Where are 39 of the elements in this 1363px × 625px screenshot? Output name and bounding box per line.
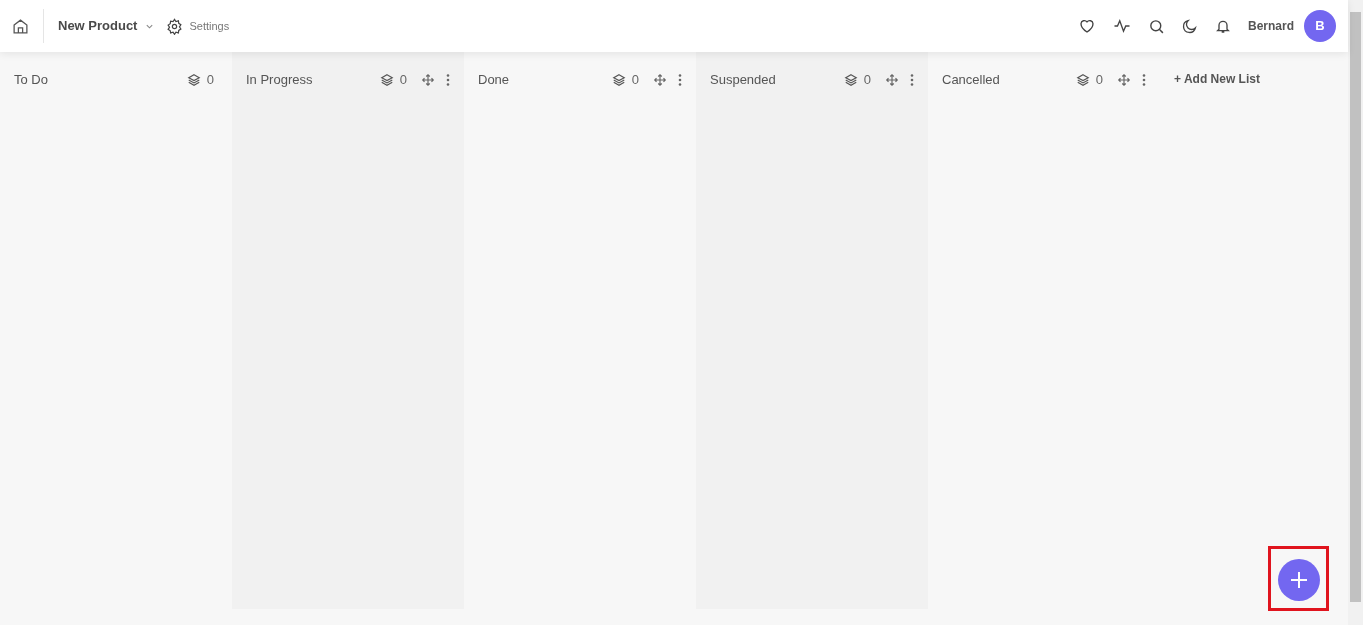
search-icon[interactable] (1148, 17, 1165, 35)
move-icon[interactable] (653, 72, 667, 87)
move-icon[interactable] (1117, 72, 1131, 87)
list-title: To Do (14, 71, 49, 89)
card-count: 0 (206, 71, 214, 89)
layers-icon (611, 72, 626, 87)
more-vertical-icon[interactable] (1142, 73, 1146, 86)
settings-link[interactable]: Settings (166, 17, 230, 35)
layers-icon (843, 72, 858, 87)
list-title: Suspended (710, 71, 777, 89)
move-icon[interactable] (885, 72, 899, 87)
scrollbar[interactable] (1348, 0, 1363, 625)
add-list-button[interactable]: + Add New List (1174, 70, 1260, 88)
card-count: 0 (1095, 71, 1103, 89)
card-count: 0 (399, 71, 407, 89)
heart-icon[interactable] (1078, 17, 1096, 35)
moon-icon[interactable] (1182, 18, 1198, 34)
list-title: In Progress (246, 71, 314, 89)
card-count: 0 (631, 71, 639, 89)
more-vertical-icon[interactable] (910, 73, 914, 86)
gear-icon (166, 17, 184, 35)
home-icon[interactable] (12, 17, 29, 35)
more-vertical-icon[interactable] (446, 73, 450, 86)
user-avatar[interactable]: B (1304, 10, 1336, 42)
user-name[interactable]: Bernard (1248, 17, 1294, 35)
layers-icon (379, 72, 394, 87)
list-title: Cancelled (942, 71, 1001, 89)
project-dropdown[interactable]: New Product (58, 16, 155, 36)
layers-icon (186, 72, 201, 87)
more-vertical-icon[interactable] (678, 73, 682, 86)
add-button[interactable] (1278, 559, 1320, 601)
layers-icon (1075, 72, 1090, 87)
activity-icon[interactable] (1113, 17, 1131, 35)
plus-icon (1289, 570, 1309, 590)
bell-icon[interactable] (1215, 18, 1231, 34)
list-title: Done (478, 71, 511, 89)
move-icon[interactable] (421, 72, 435, 87)
card-count: 0 (863, 71, 871, 89)
highlight-frame (1268, 546, 1329, 611)
